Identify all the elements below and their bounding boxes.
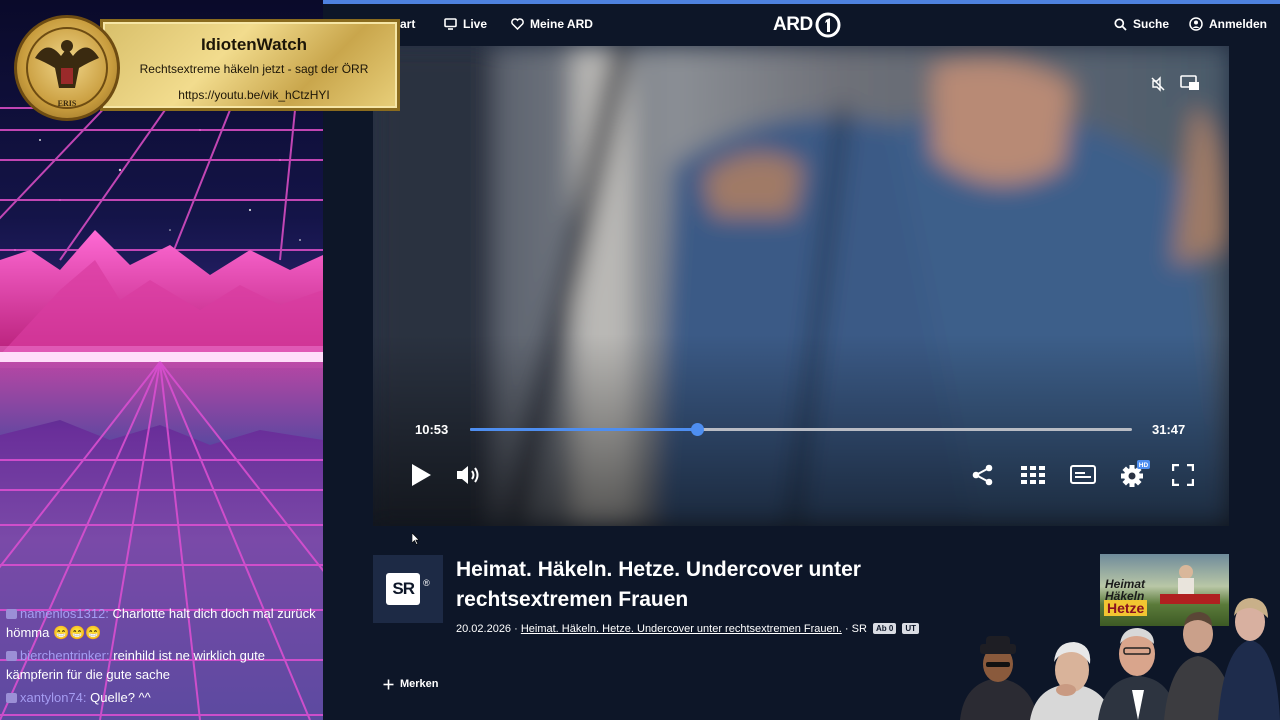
- grin-emoji-icon: 😁😁😁: [52, 625, 102, 640]
- play-button[interactable]: [407, 460, 435, 490]
- nav-live-label: Live: [463, 17, 488, 31]
- fullscreen-button[interactable]: [1170, 462, 1196, 488]
- person-1: [960, 636, 1038, 720]
- nav-search[interactable]: Suche: [1114, 17, 1169, 31]
- svg-text:ERIS: ERIS: [58, 99, 77, 108]
- play-icon: [412, 464, 431, 486]
- video-player[interactable]: 10:53 31:47 HD: [373, 46, 1229, 526]
- chat-username[interactable]: bierchentrinker: [20, 648, 106, 663]
- user-icon: [1189, 17, 1203, 31]
- banner-subtitle: Rechtsextreme häkeln jetzt - sagt der ÖR…: [139, 62, 369, 76]
- age-rating-badge: Ab 0: [872, 623, 897, 634]
- broadcast-date: 20.02.2026: [456, 623, 512, 635]
- chapters-button[interactable]: [1019, 464, 1047, 486]
- chat-text: Quelle? ^^: [90, 690, 151, 705]
- main-navigation: tart Live Meine ARD ARD Suche Anmelden: [323, 4, 1280, 44]
- nav-live[interactable]: Live: [444, 17, 487, 31]
- ard-logo[interactable]: ARD: [773, 12, 841, 38]
- ard-logo-text: ARD: [773, 14, 813, 35]
- svg-text:HD: HD: [1139, 462, 1149, 469]
- chat-badge-icon: [6, 651, 17, 661]
- chat-badge-icon: [6, 609, 17, 619]
- nav-login[interactable]: Anmelden: [1189, 17, 1267, 31]
- registered-icon: ®: [423, 578, 430, 588]
- picture-in-picture-icon[interactable]: [1179, 73, 1201, 93]
- chat-message: bierchentrinker: reinhild ist ne wirklic…: [6, 648, 265, 682]
- progress-bar[interactable]: [470, 423, 1132, 436]
- subtitles-icon: [1070, 465, 1096, 484]
- share-button[interactable]: [970, 462, 996, 488]
- broadcaster-label: SR: [851, 623, 867, 635]
- person-2: [1030, 642, 1112, 720]
- nav-meine-ard-label: Meine ARD: [530, 17, 593, 31]
- merken-button[interactable]: Merken: [383, 678, 439, 690]
- heart-icon: [511, 18, 524, 30]
- subtitle-badge: UT: [902, 623, 920, 634]
- chat-badge-icon: [6, 693, 17, 703]
- merken-label: Merken: [400, 678, 439, 690]
- chat-username[interactable]: xantylon74: [20, 690, 83, 705]
- fullscreen-icon: [1172, 464, 1194, 486]
- current-time: 10:53: [415, 422, 449, 437]
- chat-message: xantylon74: Quelle? ^^: [6, 688, 318, 707]
- search-icon: [1114, 17, 1127, 31]
- ard-one-icon: [815, 12, 841, 38]
- duration-time: 31:47: [1152, 422, 1186, 437]
- people-cutout-overlay: [960, 598, 1280, 720]
- settings-button[interactable]: HD: [1119, 460, 1151, 488]
- nav-login-label: Anmelden: [1209, 17, 1268, 31]
- tv-icon: [444, 18, 457, 30]
- person-5: [1218, 598, 1280, 720]
- idiotenwatch-banner: ERIS IdiotenWatch Rechtsextreme häkeln j…: [14, 15, 400, 121]
- volume-icon: [457, 466, 479, 484]
- nav-search-label: Suche: [1133, 17, 1170, 31]
- video-title: Heimat. Häkeln. Hetze. Undercover unter …: [456, 558, 861, 611]
- chat-messages: namenlos1312: Charlotte halt dich doch m…: [6, 604, 318, 711]
- sr-logo-text: SR: [386, 573, 421, 605]
- video-frame: [373, 46, 1229, 526]
- grid-icon: [1021, 466, 1045, 484]
- subtitles-button[interactable]: [1069, 464, 1097, 486]
- banner-title: IdiotenWatch: [200, 35, 308, 54]
- gear-hd-icon: HD: [1121, 460, 1150, 487]
- nav-meine-ard[interactable]: Meine ARD: [511, 17, 593, 31]
- plus-icon: [383, 679, 394, 689]
- series-link[interactable]: Heimat. Häkeln. Hetze. Undercover unter …: [521, 623, 842, 635]
- volume-button[interactable]: [455, 462, 483, 488]
- audio-description-off-icon[interactable]: [1148, 74, 1168, 94]
- video-meta: 20.02.2026 · Heimat. Häkeln. Hetze. Unde…: [456, 623, 920, 635]
- chat-message: namenlos1312: Charlotte halt dich doch m…: [6, 606, 316, 640]
- chat-username[interactable]: namenlos1312: [20, 606, 105, 621]
- progress-handle[interactable]: [691, 423, 705, 436]
- share-icon: [972, 464, 993, 486]
- channel-logo[interactable]: SR ®: [373, 555, 443, 623]
- banner-link: https://youtu.be/vik_hCtzHYI: [178, 88, 330, 102]
- mouse-cursor-icon: [412, 533, 420, 545]
- progress-fill: [470, 428, 698, 431]
- description-text-cutoff: [373, 714, 893, 720]
